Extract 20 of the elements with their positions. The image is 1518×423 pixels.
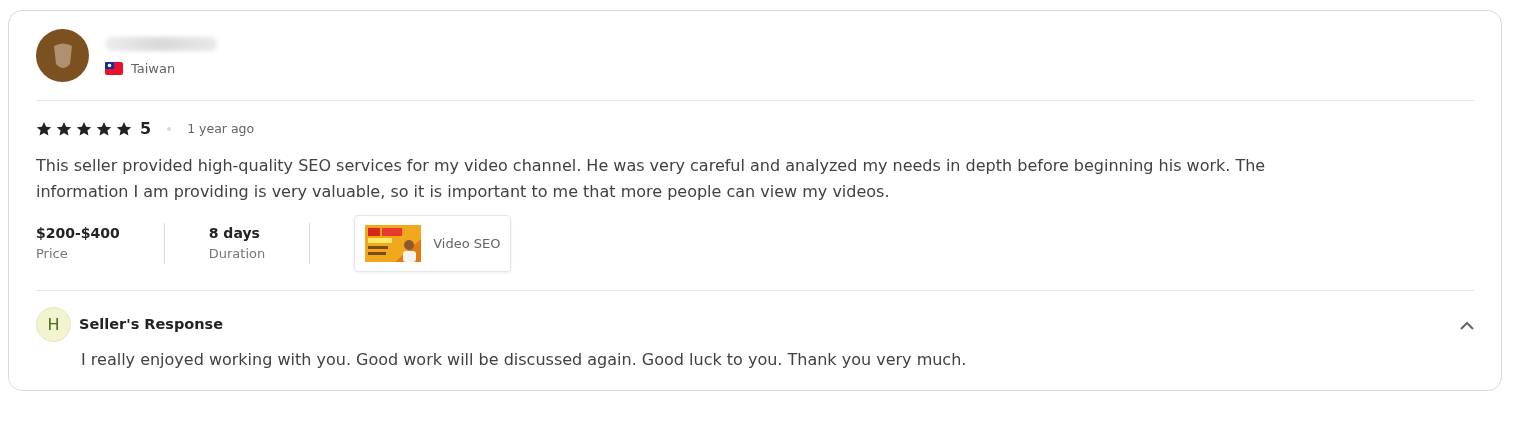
star-icon bbox=[116, 121, 132, 137]
review-text: This seller provided high-quality SEO services for my video channel. He was very careful and analyzed my needs in depth before beginning his work. The information I am providing is very valuable, so it is important to me that more people can view my videos. bbox=[36, 155, 1267, 203]
flag-icon bbox=[105, 62, 123, 75]
star-icon bbox=[56, 121, 72, 137]
seller-initial-avatar: H bbox=[36, 307, 71, 342]
star-icon bbox=[96, 121, 112, 137]
detail-value: 8 days bbox=[208, 224, 261, 244]
separator-dot bbox=[167, 127, 172, 131]
gig-card[interactable]: Video SEO bbox=[354, 215, 512, 272]
rating-score: 5 bbox=[140, 118, 152, 140]
star-icon bbox=[36, 121, 52, 137]
country-label: Taiwan bbox=[131, 59, 176, 78]
detail-label: Price bbox=[36, 245, 69, 264]
response-title: Seller's Response bbox=[79, 314, 225, 334]
response-text: I really enjoyed working with you. Good work will be discussed again. Good luck to you. Thank you very much. bbox=[81, 349, 968, 371]
star-icon bbox=[76, 121, 92, 137]
review-time: 1 year ago bbox=[187, 119, 255, 138]
avatar bbox=[36, 29, 89, 82]
detail-label: Duration bbox=[208, 245, 266, 264]
detail-value: $200-$400 bbox=[36, 224, 120, 244]
